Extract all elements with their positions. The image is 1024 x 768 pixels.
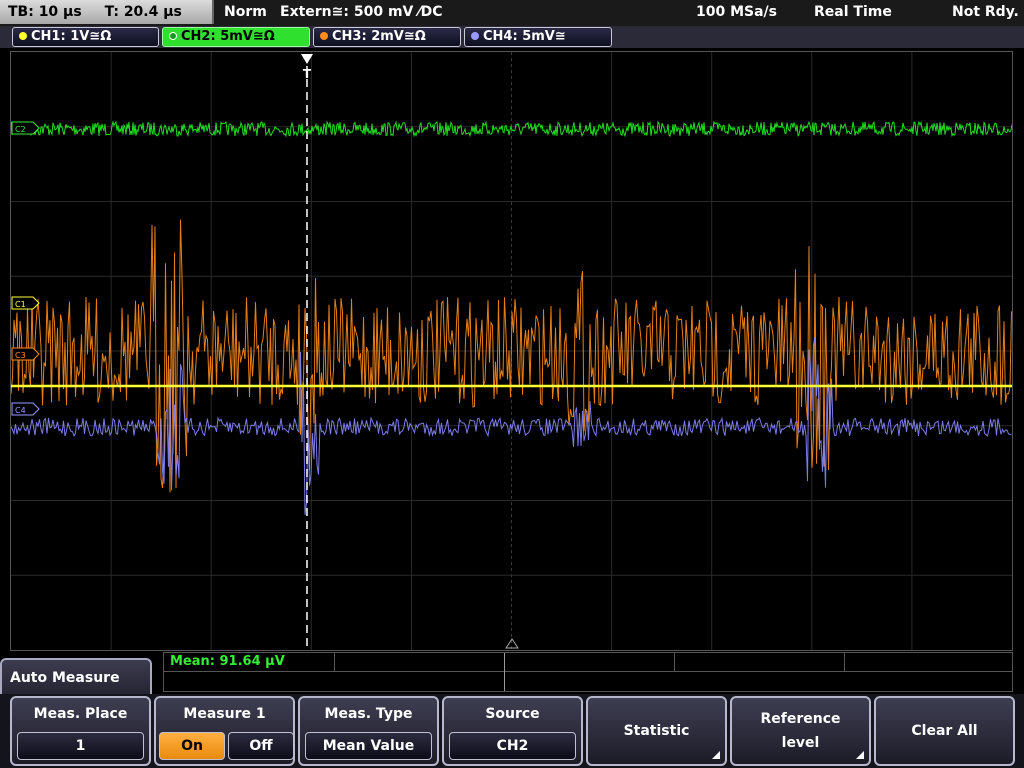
meas-place-button[interactable]: Meas. Place 1 <box>10 696 151 766</box>
waveform-display[interactable]: T C2 C1 C3 C4 <box>10 51 1013 651</box>
measure1-on-option[interactable]: On <box>159 732 225 760</box>
ch1-offset-marker[interactable]: C1 <box>11 296 40 310</box>
menu-title: Auto Measure <box>10 670 120 686</box>
acq-mode[interactable]: Norm <box>224 0 267 24</box>
ch1-marker-label: C1 <box>15 300 26 309</box>
ch3-marker-label: C3 <box>15 351 26 360</box>
ch2-label: CH2: 5mV≅Ω <box>181 29 275 44</box>
mean-result: Mean: 91.64 µV <box>170 654 285 669</box>
meas-type-button[interactable]: Meas. Type Mean Value <box>298 696 439 766</box>
measurement-results: Mean: 91.64 µV <box>163 652 1013 692</box>
statistic-button[interactable]: Statistic <box>586 696 727 766</box>
waveform-canvas: T C2 C1 C3 C4 <box>10 52 1013 650</box>
reference-level-button[interactable]: Reference level <box>730 696 871 766</box>
softkey-panel: Meas. Place 1 Measure 1 On Off Meas. Typ… <box>0 694 1024 768</box>
clear-all-button[interactable]: Clear All <box>874 696 1015 766</box>
ch1-label: CH1: 1V≅Ω <box>31 29 112 44</box>
meas-type-value[interactable]: Mean Value <box>305 732 432 760</box>
ch2-offset-marker[interactable]: C2 <box>11 121 40 135</box>
ch3-waveform <box>10 219 1012 493</box>
ch4-color-icon <box>471 32 479 40</box>
channel-tab-ch1[interactable]: CH1: 1V≅Ω <box>12 27 159 47</box>
meas-place-label: Meas. Place <box>33 706 128 722</box>
ch3-color-icon <box>320 32 328 40</box>
measure1-off-option[interactable]: Off <box>228 732 294 760</box>
trigger-status: Not Rdy. <box>952 4 1019 20</box>
statistic-label: Statistic <box>623 723 690 739</box>
ch2-color-icon <box>169 32 177 40</box>
channel-tab-ch3[interactable]: CH3: 2mV≅Ω <box>313 27 461 47</box>
channel-tab-ch2[interactable]: CH2: 5mV≅Ω <box>162 27 310 47</box>
reference-level-label: Reference level <box>760 711 841 751</box>
channel-tab-ch4[interactable]: CH4: 5mV≅ <box>464 27 612 47</box>
submenu-corner-icon <box>856 751 864 759</box>
ch4-marker-label: C4 <box>15 406 26 415</box>
ch4-offset-marker[interactable]: C4 <box>11 402 40 416</box>
meas-place-value[interactable]: 1 <box>17 732 144 760</box>
ch3-label: CH3: 2mV≅Ω <box>332 29 426 44</box>
ch2-marker-label: C2 <box>15 125 26 134</box>
measure1-label: Measure 1 <box>183 706 266 722</box>
ch1-color-icon <box>19 32 27 40</box>
status-bar: TB: 10 µs T: 20.4 µs Norm Extern≅: 500 m… <box>0 0 1024 26</box>
timebase-box[interactable]: TB: 10 µs T: 20.4 µs <box>0 0 214 24</box>
menu-title-tab: Auto Measure <box>0 658 152 698</box>
channel-tab-row: CH1: 1V≅Ω CH2: 5mV≅Ω CH3: 2mV≅Ω CH4: 5mV… <box>0 26 1024 48</box>
realtime-indicator: Real Time <box>814 4 892 20</box>
source-value[interactable]: CH2 <box>449 732 576 760</box>
meas-row-1: Mean: 91.64 µV <box>164 653 1012 691</box>
source-label: Source <box>485 706 540 722</box>
submenu-corner-icon <box>712 751 720 759</box>
meas-type-label: Meas. Type <box>324 706 413 722</box>
sample-rate: 100 MSa/s <box>696 4 778 20</box>
clear-all-label: Clear All <box>911 723 978 739</box>
trigger-marker: T <box>303 67 312 81</box>
ch4-label: CH4: 5mV≅ <box>483 29 566 44</box>
source-button[interactable]: Source CH2 <box>442 696 583 766</box>
trigger-source[interactable]: Extern≅: 500 mV ⁄DC <box>280 0 442 24</box>
trigger-time-value: T: 20.4 µs <box>104 4 182 20</box>
ch3-offset-marker[interactable]: C3 <box>11 347 40 361</box>
measure1-button[interactable]: Measure 1 On Off <box>154 696 295 766</box>
timebase-value: TB: 10 µs <box>8 4 82 20</box>
